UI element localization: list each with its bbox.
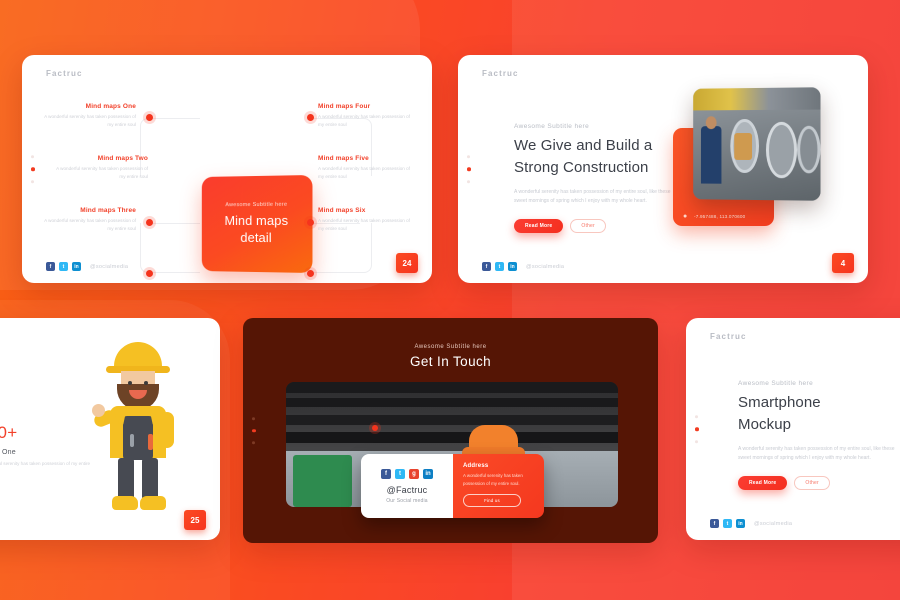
linkedin-icon[interactable]: in bbox=[736, 519, 745, 528]
slide-social-bar[interactable]: f t in @socialmedia bbox=[482, 262, 564, 271]
contact-card[interactable]: f t g in @Factruc Our Social media Addre… bbox=[361, 454, 544, 518]
googleplus-icon[interactable]: g bbox=[409, 468, 419, 479]
location-pin-icon: ● bbox=[683, 213, 688, 220]
find-us-button[interactable]: Find us bbox=[463, 494, 521, 508]
contact-card-social-panel: f t g in @Factruc Our Social media bbox=[361, 454, 453, 518]
slide-subtitle: Awesome Subtitle here bbox=[414, 344, 487, 350]
mindmap-node-two-desc: A wonderful serenity has taken possessio… bbox=[56, 166, 148, 179]
slide-title: Get In Touch bbox=[409, 354, 492, 369]
mindmap-node-two-title: Mind maps Two bbox=[97, 155, 148, 162]
edge-dot-decorations bbox=[252, 416, 256, 445]
mindmap-center-subtitle: Awesome Subtitle here bbox=[225, 201, 288, 209]
slide-title-line1: We Give and Build a bbox=[514, 137, 653, 154]
mindmap-node-six[interactable]: Mind maps Six A wonderful serenity has t… bbox=[318, 207, 414, 233]
facebook-icon[interactable]: f bbox=[381, 468, 391, 479]
mindmap-connector-3 bbox=[140, 223, 200, 273]
read-more-button[interactable]: Read More bbox=[738, 476, 788, 490]
button-row: Read More Other bbox=[514, 219, 674, 233]
page-number-badge: 4 bbox=[832, 253, 854, 273]
contact-handle: @Factruc bbox=[386, 484, 428, 495]
contact-caption: Our Social media bbox=[386, 497, 428, 504]
mindmap-node-four[interactable]: Mind maps Four A wonderful serenity has … bbox=[318, 103, 414, 129]
slide-body-text: A wonderful serenity has taken possessio… bbox=[738, 445, 895, 462]
mindmap-center-title-line1: Mind maps bbox=[224, 213, 289, 229]
mindmap-node-three[interactable]: Mind maps Three A wonderful serenity has… bbox=[40, 207, 136, 233]
slide-mind-maps[interactable]: Factruc Awesome Subtitle here Mind maps … bbox=[22, 55, 432, 283]
address-body: A wonderful serenity has taken possessio… bbox=[463, 473, 523, 487]
mindmap-node-five[interactable]: Mind maps Five A wonderful serenity has … bbox=[318, 155, 414, 181]
facebook-icon[interactable]: f bbox=[710, 519, 719, 528]
mindmap-node-one-title: Mind maps One bbox=[85, 103, 136, 110]
slide-construction[interactable]: Factruc Awesome Subtitle here We Give an… bbox=[458, 55, 868, 283]
linkedin-icon[interactable]: in bbox=[423, 468, 433, 479]
slide-subtitle: Awesome Subtitle here bbox=[514, 123, 590, 130]
twitter-icon[interactable]: t bbox=[723, 519, 732, 528]
mindmap-dot-four[interactable] bbox=[307, 114, 314, 121]
slide-get-in-touch[interactable]: Awesome Subtitle here Get In Touch f t g… bbox=[243, 318, 658, 543]
twitter-icon[interactable]: t bbox=[395, 468, 405, 479]
option-title: Option One bbox=[0, 449, 16, 456]
mindmap-dot-one[interactable] bbox=[146, 114, 153, 121]
mindmap-node-two[interactable]: Mind maps Two A wonderful serenity has t… bbox=[52, 155, 148, 181]
coordinates-label: -7.957488, 113.070600 bbox=[694, 214, 746, 219]
coordinates-row: ● -7.957488, 113.070600 bbox=[683, 213, 745, 220]
edge-dot-decorations bbox=[695, 415, 699, 443]
mindmap-dot-three[interactable] bbox=[146, 270, 153, 277]
facebook-icon[interactable]: f bbox=[46, 262, 55, 271]
contact-social-icons[interactable]: f t g in bbox=[381, 468, 433, 479]
other-button[interactable]: Other bbox=[794, 476, 830, 490]
slide-brand-label: Factruc bbox=[710, 332, 747, 341]
contact-card-address-panel: Address A wonderful serenity has taken p… bbox=[453, 454, 544, 518]
mindmap-node-six-desc: A wonderful serenity has taken possessio… bbox=[318, 218, 410, 231]
slide-body-text: A wonderful serenity has taken possessio… bbox=[514, 188, 671, 205]
social-handle-label: @socialmedia bbox=[754, 520, 793, 527]
slide-worker-stats[interactable]: 320+ Option One A wonderful serenity has… bbox=[0, 318, 220, 540]
social-handle-label: @socialmedia bbox=[526, 263, 565, 270]
slide-social-bar[interactable]: f t in @socialmedia bbox=[710, 519, 792, 528]
twitter-icon[interactable]: t bbox=[495, 262, 504, 271]
address-title: Address bbox=[463, 463, 489, 469]
slide-brand-label: Factruc bbox=[46, 69, 83, 78]
slide-brand-label: Factruc bbox=[482, 69, 519, 78]
stat-number: 320+ bbox=[0, 423, 18, 442]
machinery-photo[interactable] bbox=[693, 87, 821, 201]
slide-subtitle: Awesome Subtitle here bbox=[738, 380, 814, 387]
mindmap-node-five-title: Mind maps Five bbox=[318, 155, 369, 162]
mindmap-center-title-line2: detail bbox=[240, 229, 272, 245]
page-number-badge: 25 bbox=[184, 510, 206, 530]
mindmap-dot-two[interactable] bbox=[146, 219, 153, 226]
linkedin-icon[interactable]: in bbox=[72, 262, 81, 271]
slide-smartphone-mockup[interactable]: Factruc Awesome Subtitle here Smartphone… bbox=[686, 318, 900, 540]
slide-title-line2: Mockup bbox=[738, 415, 792, 433]
mindmap-node-four-desc: A wonderful serenity has taken possessio… bbox=[318, 114, 410, 127]
mindmap-node-three-title: Mind maps Three bbox=[80, 207, 136, 214]
mindmap-node-one-desc: A wonderful serenity has taken possessio… bbox=[44, 114, 136, 127]
mindmap-node-three-desc: A wonderful serenity has taken possessio… bbox=[44, 218, 136, 231]
slide-social-bar[interactable]: f t in @socialmedia bbox=[46, 262, 128, 271]
twitter-icon[interactable]: t bbox=[59, 262, 68, 271]
mindmap-connector-1 bbox=[140, 118, 200, 176]
mindmap-node-one[interactable]: Mind maps One A wonderful serenity has t… bbox=[40, 103, 136, 129]
machinery-photo-scene bbox=[693, 87, 821, 201]
button-row: Read More Other bbox=[738, 476, 898, 490]
edge-dot-decorations bbox=[31, 155, 35, 183]
mindmap-node-five-desc: A wonderful serenity has taken possessio… bbox=[318, 166, 410, 179]
option-body: A wonderful serenity has taken possessio… bbox=[0, 461, 91, 466]
page-number-badge: 24 bbox=[396, 253, 418, 273]
other-button[interactable]: Other bbox=[570, 219, 606, 233]
worker-illustration bbox=[90, 338, 186, 520]
linkedin-icon[interactable]: in bbox=[508, 262, 517, 271]
slide-title-line2: Strong Construction bbox=[514, 158, 649, 176]
mindmap-node-six-title: Mind maps Six bbox=[318, 207, 366, 214]
mindmap-dot-six[interactable] bbox=[307, 270, 314, 277]
read-more-button[interactable]: Read More bbox=[514, 219, 564, 233]
slide-title-line1: Smartphone bbox=[738, 394, 821, 411]
mindmap-center-card[interactable]: Awesome Subtitle here Mind maps detail bbox=[201, 174, 313, 274]
facebook-icon[interactable]: f bbox=[482, 262, 491, 271]
mindmap-dot-five[interactable] bbox=[307, 219, 314, 226]
edge-dot-decorations bbox=[467, 155, 471, 183]
social-handle-label: @socialmedia bbox=[90, 263, 129, 270]
mindmap-node-four-title: Mind maps Four bbox=[318, 103, 371, 110]
